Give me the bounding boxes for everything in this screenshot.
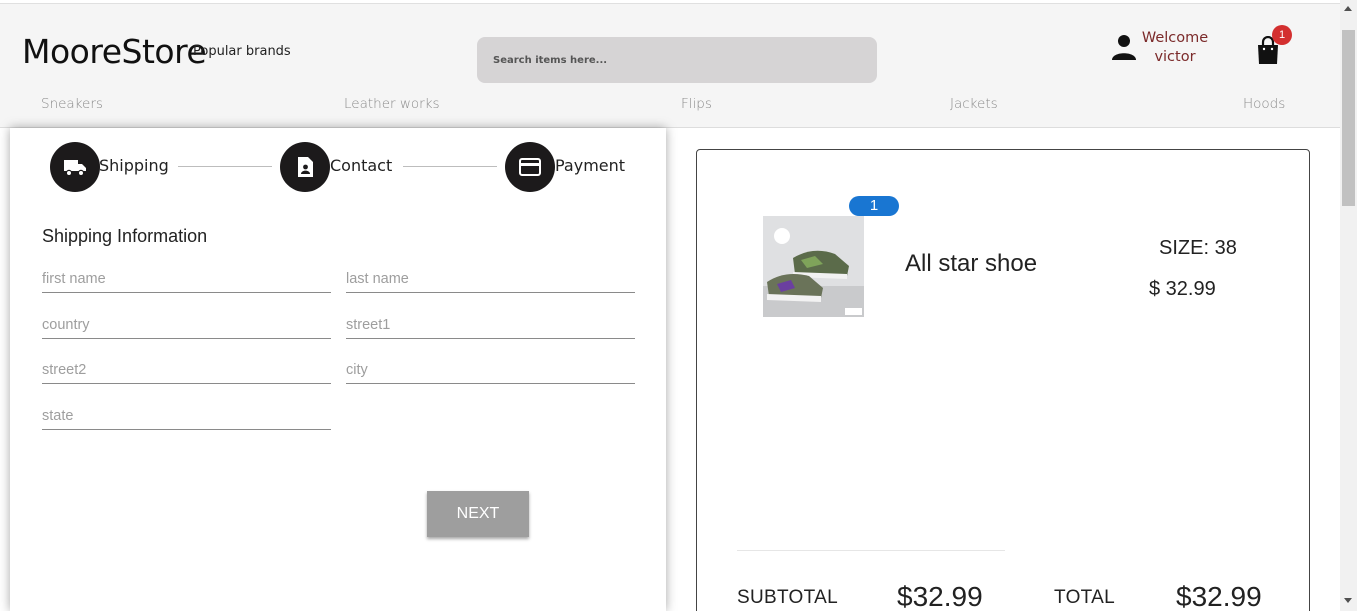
step-connector — [178, 166, 272, 167]
nav-item-jackets[interactable]: Jackets — [950, 96, 998, 112]
form-title: Shipping Information — [42, 226, 208, 246]
scroll-thumb[interactable] — [1342, 30, 1355, 206]
step-payment-label: Payment — [555, 156, 626, 175]
search-input[interactable] — [477, 37, 877, 83]
credit-card-icon — [519, 158, 541, 176]
popular-brands-link[interactable]: Popular brands — [193, 44, 291, 59]
nav-item-flips[interactable]: Flips — [681, 96, 712, 112]
step-payment-circle — [505, 142, 555, 192]
city-field[interactable] — [346, 354, 635, 384]
state-field[interactable] — [42, 400, 331, 430]
scroll-up-arrow-icon[interactable] — [1344, 6, 1352, 11]
checkout-page: MooreStore Popular brands Welcome victor… — [0, 0, 1357, 611]
subtotal-value: $32.99 — [897, 581, 983, 611]
step-contact-label: Contact — [330, 156, 393, 175]
category-nav: Sneakers Leather works Flips Jackets Hoo… — [0, 96, 1340, 128]
username: victor — [1154, 49, 1196, 65]
product-name: All star shoe — [905, 250, 1038, 277]
user-icon[interactable] — [1112, 34, 1136, 60]
street2-field[interactable] — [42, 354, 331, 384]
step-shipping-circle — [50, 142, 100, 192]
contact-icon — [298, 157, 313, 177]
header: MooreStore Popular brands Welcome victor… — [0, 3, 1340, 96]
vertical-scrollbar[interactable] — [1340, 0, 1357, 611]
street1-field[interactable] — [346, 309, 635, 339]
truck-icon — [64, 160, 86, 177]
scroll-down-arrow-icon[interactable] — [1344, 598, 1352, 603]
total-label: TOTAL — [1054, 587, 1115, 608]
step-contact-circle — [280, 142, 330, 192]
quantity-badge: 1 — [849, 196, 899, 216]
next-button[interactable]: NEXT — [427, 491, 529, 537]
first-name-field[interactable] — [42, 263, 331, 293]
shipping-form-panel: Shipping Contact Payment Shipping Inform… — [10, 128, 666, 611]
nav-item-leather-works[interactable]: Leather works — [344, 96, 440, 112]
step-shipping-label: Shipping — [99, 156, 169, 175]
welcome-user[interactable]: Welcome victor — [1135, 29, 1215, 67]
summary-divider — [737, 550, 1005, 551]
last-name-field[interactable] — [346, 263, 635, 293]
store-logo[interactable]: MooreStore — [22, 32, 207, 71]
cart-count-badge: 1 — [1272, 25, 1292, 45]
product-image[interactable] — [763, 216, 864, 317]
step-connector — [403, 166, 497, 167]
subtotal-label: SUBTOTAL — [737, 587, 838, 608]
shoe-photo — [763, 216, 864, 317]
nav-item-sneakers[interactable]: Sneakers — [41, 96, 103, 112]
welcome-label: Welcome — [1141, 30, 1209, 46]
country-field[interactable] — [42, 309, 331, 339]
product-size: SIZE: 38 — [1159, 237, 1237, 259]
total-value: $32.99 — [1176, 581, 1262, 611]
order-summary-panel: 1 All star shoe SIZE: 38 $ 32.99 SUBTOTA… — [696, 149, 1310, 611]
nav-item-hoods[interactable]: Hoods — [1243, 96, 1285, 112]
product-price: $ 32.99 — [1149, 278, 1216, 300]
